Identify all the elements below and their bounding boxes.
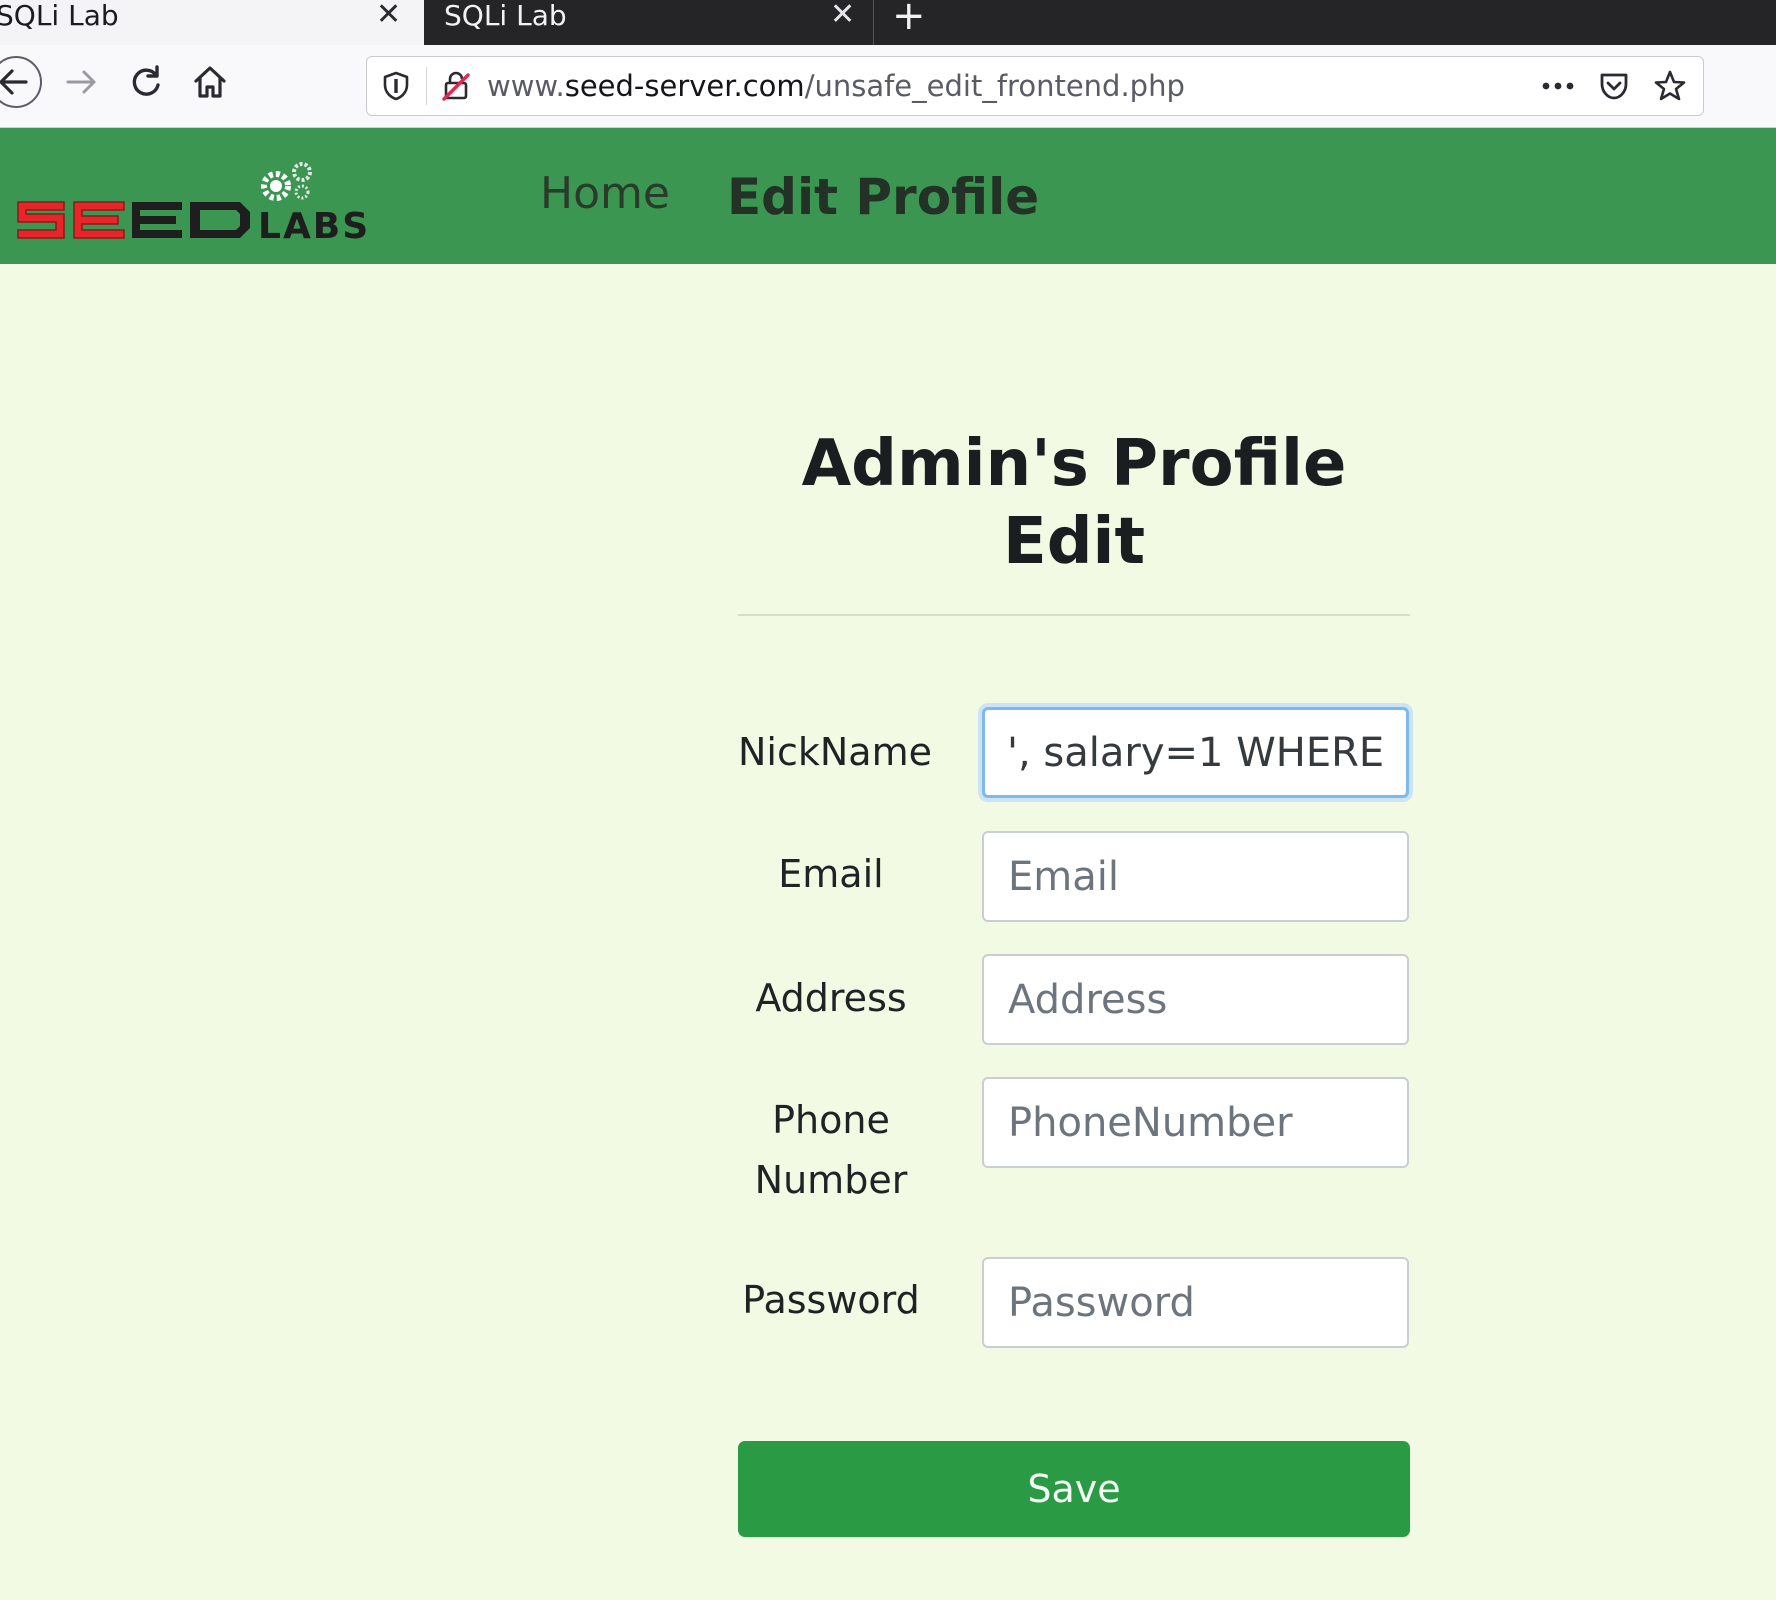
page-title-line2: Edit (1002, 505, 1146, 579)
more-icon[interactable] (1539, 67, 1577, 105)
nickname-label: NickName (738, 730, 932, 774)
browser-toolbar: www.seed-server.com/unsafe_edit_frontend… (0, 45, 1776, 128)
nav-edit-profile-link[interactable]: Edit Profile (727, 168, 1039, 226)
back-icon (0, 56, 42, 108)
tab-title: SQLi Lab (444, 0, 567, 32)
phone-label-line1: Phone (772, 1098, 890, 1142)
page-title: Admin's Profile Edit (738, 425, 1410, 581)
url-separator (426, 67, 427, 105)
email-label: Email (778, 852, 884, 896)
svg-text:LABS: LABS (258, 206, 370, 246)
pocket-icon[interactable] (1595, 67, 1633, 105)
url-host: seed-server.com (564, 69, 805, 103)
tab-sqli-lab-active[interactable]: SQLi Lab ✕ (0, 0, 424, 45)
site-header: LABS Home Edit Profile (0, 128, 1776, 264)
home-icon (194, 66, 226, 98)
address-input[interactable] (982, 954, 1409, 1045)
password-label: Password (742, 1278, 920, 1322)
address-label: Address (755, 976, 907, 1020)
reload-icon (132, 65, 160, 96)
password-input[interactable] (982, 1257, 1409, 1348)
url-text: www.seed-server.com/unsafe_edit_frontend… (487, 57, 1185, 115)
close-icon[interactable]: ✕ (376, 0, 401, 30)
nickname-input[interactable] (982, 707, 1409, 798)
insecure-lock-icon[interactable] (437, 67, 475, 105)
phone-number-input[interactable] (982, 1077, 1409, 1168)
home-button[interactable] (184, 56, 236, 108)
shield-icon[interactable] (377, 67, 415, 105)
url-path: /unsafe_edit_frontend.php (804, 69, 1185, 103)
url-host-prefix: www. (487, 69, 565, 103)
email-input[interactable] (982, 831, 1409, 922)
page-title-line1: Admin's Profile (801, 427, 1347, 501)
divider (738, 614, 1410, 616)
forward-icon (66, 70, 96, 94)
phone-label-line2: Number (754, 1158, 908, 1202)
seed-labs-logo[interactable]: LABS (14, 158, 410, 246)
phone-number-label: Phone Number (738, 1090, 924, 1210)
close-icon[interactable]: ✕ (830, 0, 855, 30)
reload-button[interactable] (120, 56, 172, 108)
back-button[interactable] (0, 56, 42, 108)
forward-button[interactable] (56, 56, 108, 108)
tab-strip: SQLi Lab ✕ SQLi Lab ✕ + (0, 0, 1776, 45)
tab-sqli-lab[interactable]: SQLi Lab ✕ (424, 0, 874, 45)
plus-icon[interactable]: + (892, 0, 926, 36)
tab-title: SQLi Lab (0, 0, 119, 32)
save-button[interactable]: Save (738, 1441, 1410, 1537)
nav-home-link[interactable]: Home (540, 168, 670, 219)
star-icon[interactable] (1651, 67, 1689, 105)
address-bar[interactable]: www.seed-server.com/unsafe_edit_frontend… (366, 56, 1704, 116)
